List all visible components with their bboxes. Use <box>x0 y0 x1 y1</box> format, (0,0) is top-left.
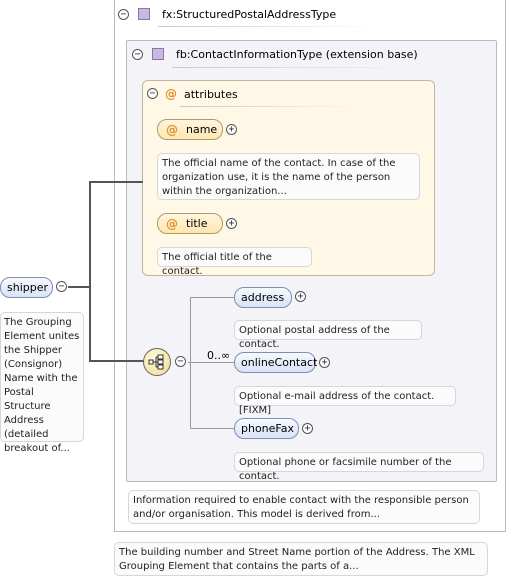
connector-line <box>89 181 143 183</box>
expand-title-attribute-toggle[interactable]: + <box>226 218 237 229</box>
online-contact-element-label: onlineContact <box>241 356 318 369</box>
attributes-label: attributes <box>184 88 238 101</box>
name-attribute-note: The official name of the contact. In cas… <box>157 153 420 200</box>
address-note: Optional postal address of the contact. <box>234 320 422 350</box>
collapse-sequence-toggle[interactable]: − <box>175 356 186 367</box>
extension-note: Information required to enable contact w… <box>128 490 480 524</box>
collapse-outer-type-toggle[interactable]: − <box>118 9 129 20</box>
extension-underline <box>172 67 412 68</box>
attribute-title-label: title <box>186 217 208 230</box>
phone-fax-element-label: phoneFax <box>241 422 294 435</box>
phone-fax-element-pill[interactable]: phoneFax <box>234 418 299 439</box>
connector-line <box>68 286 90 288</box>
attribute-icon: @ <box>166 122 178 137</box>
online-contact-element-pill[interactable]: onlineContact <box>234 352 318 373</box>
outer-type-note: The building number and Street Name port… <box>114 542 488 576</box>
branch-line <box>190 428 234 429</box>
attribute-icon: @ <box>166 216 178 231</box>
branch-line <box>190 297 234 298</box>
complex-type-icon <box>152 48 164 60</box>
shipper-element-pill[interactable]: shipper <box>0 277 53 298</box>
complex-type-icon <box>138 8 150 20</box>
attributes-underline <box>180 106 360 107</box>
online-contact-note: Optional e-mail address of the contact.[… <box>234 386 456 416</box>
outer-type-underline <box>158 26 378 27</box>
attribute-title-pill[interactable]: @ title <box>157 213 223 234</box>
connector-line <box>89 182 91 362</box>
branch-line <box>188 362 234 363</box>
shipper-note: The Grouping Element unites the Shipper … <box>0 312 84 454</box>
cardinality-label: 0..∞ <box>207 349 231 362</box>
extension-label: fb:ContactInformationType (extension bas… <box>176 48 418 61</box>
address-element-label: address <box>241 291 285 304</box>
collapse-attributes-toggle[interactable]: − <box>147 88 158 99</box>
expand-phone-fax-toggle[interactable]: + <box>302 423 313 434</box>
phone-fax-note: Optional phone or facsimile number of th… <box>234 452 484 482</box>
shipper-element-label: shipper <box>7 281 49 294</box>
expand-address-toggle[interactable]: + <box>295 291 306 302</box>
title-attribute-note: The official title of the contact. <box>157 247 312 277</box>
attribute-icon: @ <box>165 87 177 101</box>
expand-online-contact-toggle[interactable]: + <box>319 357 330 368</box>
collapse-shipper-toggle[interactable]: − <box>56 281 67 292</box>
branch-line <box>190 297 191 428</box>
attribute-name-pill[interactable]: @ name <box>157 119 223 140</box>
collapse-extension-toggle[interactable]: − <box>132 49 143 60</box>
address-element-pill[interactable]: address <box>234 287 292 308</box>
attribute-name-label: name <box>186 123 218 136</box>
expand-name-attribute-toggle[interactable]: + <box>226 124 237 135</box>
outer-type-label: fx:StructuredPostalAddressType <box>162 8 337 21</box>
connector-line <box>89 360 144 362</box>
sequence-compositor-icon[interactable] <box>143 348 171 376</box>
